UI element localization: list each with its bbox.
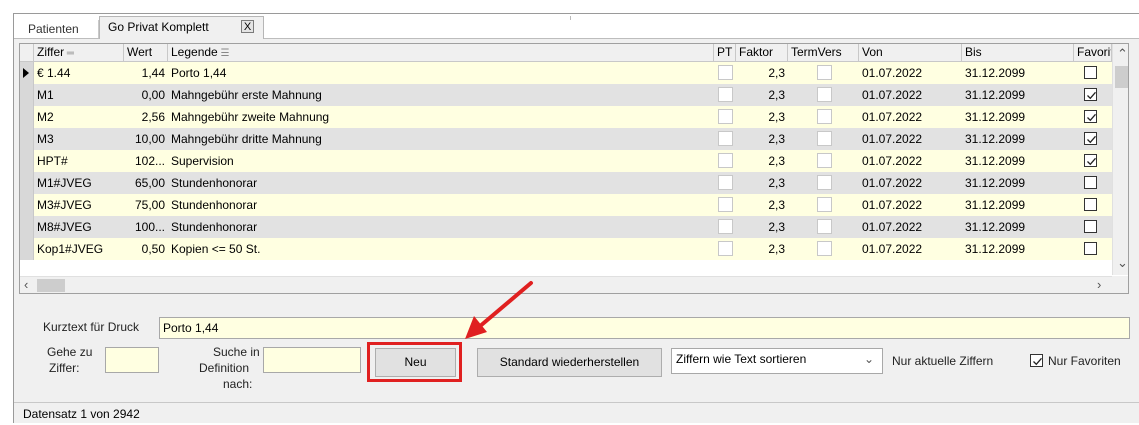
annotation-arrow (465, 281, 533, 339)
